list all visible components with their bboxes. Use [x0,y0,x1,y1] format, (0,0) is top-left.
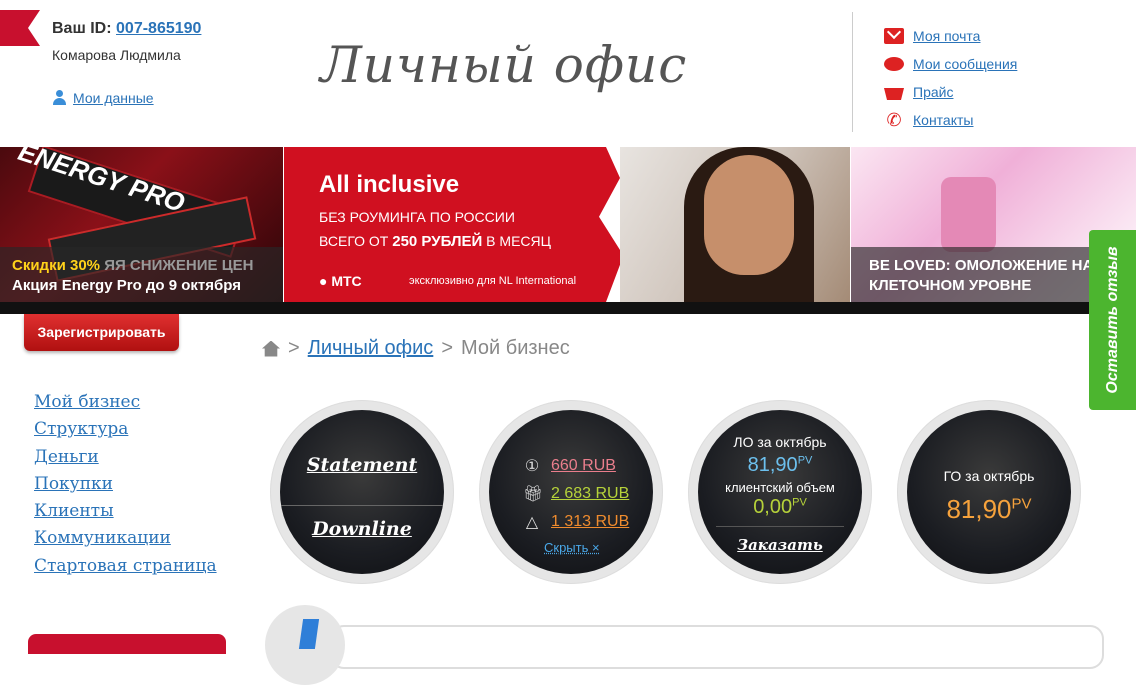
banner-caption: Скидки 30% ЯЯ СНИЖЕНИЕ ЦЕН Акция Energy … [0,247,283,302]
top-link-price-label[interactable]: Прайс [913,84,953,100]
top-link-contacts-label[interactable]: Контакты [913,112,973,128]
user-id-line: Ваш ID: 007-865190 [52,20,201,38]
mail-icon [884,28,904,44]
top-link-contacts[interactable]: ✆ Контакты [884,106,1017,134]
banner-price-cut: ЯЯ СНИЖЕНИЕ ЦЕН [104,257,254,274]
triangle-icon: △ [525,514,539,531]
breadcrumb-separator: > [441,337,453,359]
breadcrumb: > Личный офис > Мой бизнес [262,337,570,360]
nav-structure[interactable]: Структура [34,419,217,446]
phone-icon: ✆ [886,110,902,130]
balance-value[interactable]: 660 RUB [551,457,616,475]
nav-purchases[interactable]: Покупки [34,474,217,501]
statement-circle-inner: Statement Downline [280,410,444,574]
banner-discount: Скидки 30% [12,257,101,274]
balance-row[interactable]: 🎁︎ 2 683 RUB [523,484,629,504]
header-divider [852,12,853,132]
banner-mts-line2: ВСЕГО ОТ 250 РУБЛЕЙ В МЕСЯЦ [319,233,551,250]
banner-photo-face [704,155,794,275]
page-title: Личный офис [320,36,688,94]
user-id-link[interactable]: 007-865190 [116,20,201,37]
go-value: 81,90PV [907,494,1071,525]
lo-circle: ЛО за октябрь 81,90PV клиентский объем 0… [688,400,872,584]
banner-mts-note: эксклюзивно для NL International [409,275,577,287]
banner-mts-line2-c: В МЕСЯЦ [482,233,551,249]
banner-beloved-line1: BE LOVED: ОМОЛОЖЕНИЕ НА [869,257,1094,274]
lo-circle-inner: ЛО за октябрь 81,90PV клиентский объем 0… [698,410,862,574]
banner-mts[interactable]: All inclusive БЕЗ РОУМИНГА ПО РОССИИ ВСЕ… [284,147,850,302]
nav-start-page[interactable]: Стартовая страница [34,556,217,583]
mts-logo: ● МТС [319,273,362,289]
user-id-label: Ваш ID: [52,20,112,37]
banner-energy-text: Акция Energy Pro до 9 октября [12,277,242,294]
message-icon [884,57,904,71]
top-link-messages-label[interactable]: Мои сообщения [913,56,1017,72]
bottom-circle-mark [298,619,320,649]
home-icon[interactable] [262,340,280,357]
register-button[interactable]: Зарегистрировать [24,314,179,351]
red-button-partial[interactable] [28,634,226,654]
balance-circle: ① 660 RUB 🎁︎ 2 683 RUB △ 1 313 RUB Скрыт… [479,400,663,584]
feedback-tab[interactable]: Оставить отзыв [1089,230,1136,410]
banner-mts-line2-a: ВСЕГО ОТ [319,233,393,249]
breadcrumb-current: Мой бизнес [461,337,570,359]
feedback-label: Оставить отзыв [1103,246,1121,394]
top-link-price[interactable]: Прайс [884,78,1017,106]
person-icon [52,90,67,106]
banner-strip: ENERGY PRO Скидки 30% ЯЯ СНИЖЕНИЕ ЦЕН Ак… [0,147,1136,302]
my-data-label[interactable]: Мои данные [73,90,154,106]
statement-circle: Statement Downline [270,400,454,584]
lo-value-number: 81,90 [747,454,798,476]
nav-money[interactable]: Деньги [34,447,217,474]
perfume-bottle-image [941,177,996,252]
circle-divider [280,505,444,506]
lo-label: ЛО за октябрь [733,434,827,450]
client-volume-value: 0,00PV [698,496,862,519]
nav-my-business[interactable]: Мой бизнес [34,392,217,419]
go-value-number: 81,90 [946,494,1012,524]
banner-beloved-line2: КЛЕТОЧНОМ УРОВНЕ [869,277,1032,294]
lo-value: 81,90PV [698,454,862,477]
balance-row[interactable]: ① 660 RUB [523,456,616,476]
nav-clients[interactable]: Клиенты [34,501,217,528]
banner-mts-price: 250 РУБЛЕЙ [392,233,483,250]
banner-energy-pro[interactable]: ENERGY PRO Скидки 30% ЯЯ СНИЖЕНИЕ ЦЕН Ак… [0,147,283,302]
balance-row[interactable]: △ 1 313 RUB [523,512,629,532]
go-unit: PV [1011,495,1032,513]
my-data-link[interactable]: Мои данные [52,90,154,106]
balance-value[interactable]: 2 683 RUB [551,485,629,503]
coin-icon: ① [524,458,540,475]
top-link-messages[interactable]: Мои сообщения [884,50,1017,78]
go-label: ГО за октябрь [943,468,1035,484]
lo-unit: PV [797,454,813,467]
client-volume-unit: PV [792,496,807,509]
basket-icon [884,88,904,100]
balance-circle-inner: ① 660 RUB 🎁︎ 2 683 RUB △ 1 313 RUB Скрыт… [489,410,653,574]
statement-link[interactable]: Statement [280,454,444,476]
client-volume-label: клиентский объем [725,480,835,495]
client-volume-number: 0,00 [753,496,793,518]
order-link[interactable]: Заказать [698,536,862,554]
top-links: Моя почта Мои сообщения Прайс ✆ Контакты [884,22,1017,134]
bottom-circle-icon [265,605,345,685]
breadcrumb-separator: > [288,337,300,359]
bottom-panel [330,625,1104,669]
downline-link[interactable]: Downline [280,518,444,540]
banner-mts-line1: БЕЗ РОУМИНГА ПО РОССИИ [319,209,515,225]
go-circle-inner: ГО за октябрь 81,90PV [907,410,1071,574]
nav-communications[interactable]: Коммуникации [34,528,217,555]
circle-divider [716,526,844,527]
top-link-mail-label[interactable]: Моя почта [913,28,980,44]
top-link-mail[interactable]: Моя почта [884,22,1017,50]
banner-mts-title: All inclusive [319,171,460,198]
gift-icon: 🎁︎ [523,486,544,503]
user-name: Комарова Людмила [52,47,181,63]
breadcrumb-link-office[interactable]: Личный офис [308,337,434,360]
ribbon-bookmark [0,10,40,46]
go-circle: ГО за октябрь 81,90PV [897,400,1081,584]
side-nav: Мой бизнес Структура Деньги Покупки Клие… [34,392,217,583]
banner-bottom-strip [0,302,1136,314]
hide-link[interactable]: Скрыть × [544,540,600,555]
balance-value[interactable]: 1 313 RUB [551,513,629,531]
